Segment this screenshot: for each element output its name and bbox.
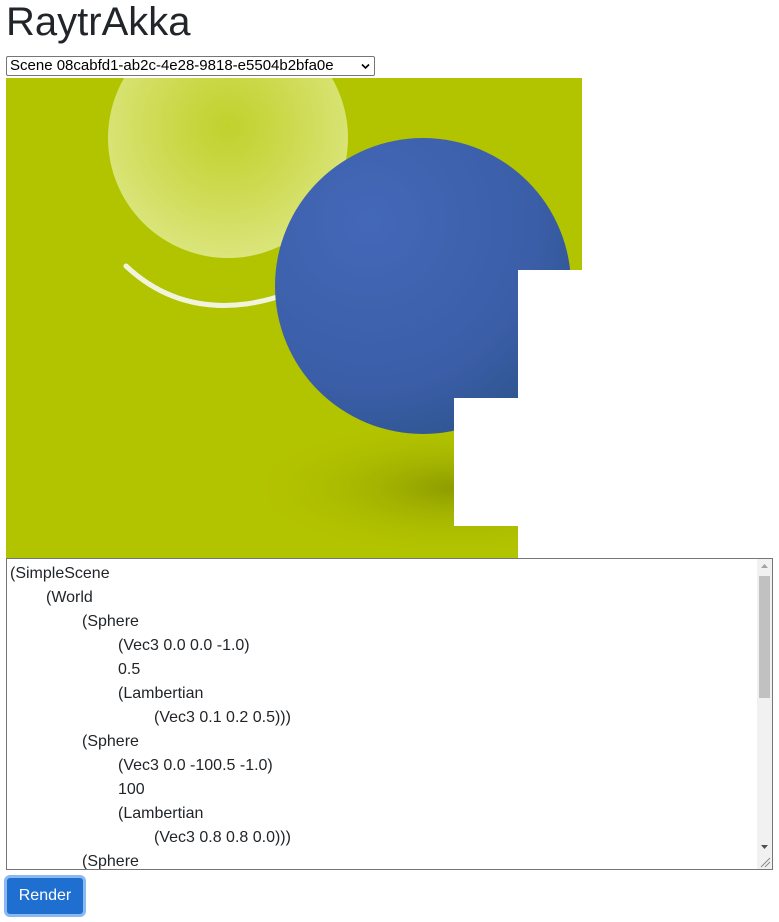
code-line: 0.5 (118, 661, 141, 678)
code-line: (Vec3 0.8 0.8 0.0))) (154, 829, 291, 846)
code-line: (Sphere (82, 613, 139, 630)
code-line: (World (46, 589, 93, 606)
app-title: RaytrAkka (6, 0, 191, 44)
rendered-image (6, 78, 582, 558)
render-button[interactable]: Render (4, 875, 86, 917)
code-line: (Vec3 0.0 0.0 -1.0) (118, 637, 250, 654)
scrollbar-thumb[interactable] (759, 576, 770, 698)
code-line: (Vec3 0.0 -100.5 -1.0) (118, 757, 273, 774)
scene-code: (SimpleScene (World (Sphere (Vec3 0.0 0.0 -… (10, 562, 291, 870)
code-line: (SimpleScene (10, 565, 110, 582)
scene-select-value: Scene 08cabfd1-ab2c-4e28-9818-e5504b2bfa… (10, 57, 334, 74)
unrendered-tile (518, 270, 582, 558)
code-line: (Sphere (82, 853, 139, 870)
code-line: (Lambertian (118, 685, 204, 702)
chevron-down-icon (361, 63, 370, 70)
triangle-up-icon[interactable] (757, 559, 772, 574)
code-line: 100 (118, 781, 145, 798)
resize-grip-icon[interactable] (757, 854, 772, 869)
scene-select[interactable]: Scene 08cabfd1-ab2c-4e28-9818-e5504b2bfa… (6, 56, 375, 76)
code-line: (Lambertian (118, 805, 204, 822)
triangle-down-icon[interactable] (757, 839, 772, 854)
render-canvas (6, 78, 582, 558)
code-line: (Sphere (82, 733, 139, 750)
vertical-scrollbar[interactable] (757, 559, 772, 869)
unrendered-tile (454, 398, 518, 526)
code-line: (Vec3 0.1 0.2 0.5))) (154, 709, 291, 726)
scene-textarea[interactable]: (SimpleScene (World (Sphere (Vec3 0.0 0.0 -… (6, 558, 773, 870)
